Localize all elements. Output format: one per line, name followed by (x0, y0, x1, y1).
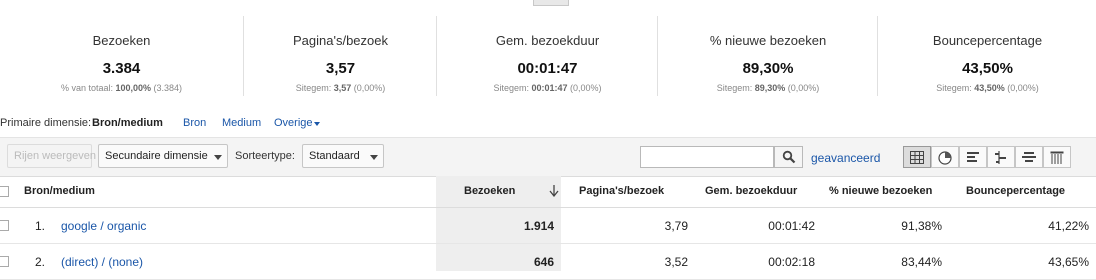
grid-icon (910, 151, 924, 164)
search-icon (782, 150, 796, 164)
scorecard-title: Gem. bezoekduur (495, 33, 600, 48)
table-toolbar: Rijen weergeven Secundaire dimensie Sort… (0, 137, 1096, 177)
chevron-down-icon (314, 122, 320, 126)
row-bounce-rate: 43,65% (1048, 255, 1089, 269)
row-pages-per-visit: 3,52 (664, 255, 688, 269)
column-header-visits[interactable]: Bezoeken (464, 185, 515, 197)
row-source-medium-link[interactable]: google / organic (61, 219, 146, 233)
sort-type-dropdown[interactable]: Standaard (302, 144, 384, 168)
secondary-dimension-dropdown[interactable]: Secundaire dimensie (98, 144, 228, 168)
column-header-bounce-rate[interactable]: Bouncepercentage (966, 185, 1065, 197)
row-index: 1. (35, 219, 46, 233)
select-all-checkbox[interactable] (0, 186, 9, 197)
scorecard-subtext: % van totaal: 100,00% (3.384) (60, 83, 183, 93)
table-search-input[interactable] (640, 146, 774, 168)
dimension-option-bron-medium: Bron/medium (92, 117, 163, 129)
scorecard-title: % nieuwe bezoeken (709, 33, 827, 48)
advanced-filter-link[interactable]: geavanceerd (811, 151, 880, 165)
view-pivot-button[interactable] (1043, 146, 1071, 168)
scorecard-value: 43,50% (962, 60, 1013, 77)
pie-chart-icon (938, 151, 952, 165)
row-checkbox[interactable] (0, 220, 9, 231)
scorecard-new-visits: % nieuwe bezoeken 89,30% Sitegem: 89,30%… (657, 16, 878, 96)
chevron-down-icon (370, 155, 378, 160)
row-index: 2. (35, 255, 46, 269)
columns-icon (1050, 151, 1064, 164)
sort-type-label: Sorteertype: (235, 150, 295, 162)
comparison-icon (995, 151, 1006, 164)
sort-type-value: Standaard (309, 150, 360, 162)
scorecard-strip: Bezoeken 3.384 % van totaal: 100,00% (3.… (0, 8, 1096, 96)
scorecard-value: 3.384 (102, 60, 141, 77)
table-header: Bron/medium Bezoeken Pagina's/bezoek Gem… (0, 176, 1096, 208)
scorecard-value: 3,57 (325, 60, 356, 77)
scorecard-value: 00:01:47 (517, 60, 578, 77)
view-pie-button[interactable] (931, 146, 959, 168)
row-avg-duration: 00:01:42 (768, 219, 815, 233)
row-visits: 1.914 (523, 219, 554, 233)
scorecard-subtext: Sitegem: 3,57 (0,00%) (295, 83, 386, 93)
dimension-option-medium[interactable]: Medium (222, 117, 261, 129)
scorecard-title: Pagina's/bezoek (293, 33, 388, 48)
row-avg-duration: 00:02:18 (768, 255, 815, 269)
show-rows-button[interactable]: Rijen weergeven (7, 144, 96, 168)
secondary-dimension-label: Secundaire dimensie (105, 150, 208, 162)
scorecard-title: Bouncepercentage (932, 33, 1043, 48)
column-header-source-medium[interactable]: Bron/medium (24, 185, 95, 197)
scorecard-subtext: Sitegem: 43,50% (0,00%) (936, 83, 1039, 93)
row-bounce-rate: 41,22% (1048, 219, 1089, 233)
scorecard-subtext: Sitegem: 89,30% (0,00%) (716, 83, 820, 93)
bar-list-icon (967, 152, 979, 162)
sort-descending-icon (549, 185, 559, 197)
view-performance-button[interactable] (959, 146, 987, 168)
row-checkbox[interactable] (0, 256, 9, 267)
chevron-down-icon (214, 155, 222, 160)
view-term-cloud-button[interactable] (1015, 146, 1043, 168)
column-header-new-visits[interactable]: % nieuwe bezoeken (829, 185, 932, 197)
scorecard-avg-duration: Gem. bezoekduur 00:01:47 Sitegem: 00:01:… (436, 16, 658, 96)
collapse-tab[interactable] (533, 0, 569, 6)
scorecard-title: Bezoeken (92, 33, 151, 48)
row-new-visits: 91,38% (901, 219, 942, 233)
table-row: 1. google / organic 1.914 3,79 00:01:42 … (0, 208, 1096, 244)
row-visits: 646 (533, 255, 554, 269)
primary-dimension-label: Primaire dimensie: (0, 117, 92, 129)
search-button[interactable] (774, 146, 803, 168)
table-row: 2. (direct) / (none) 646 3,52 00:02:18 8… (0, 244, 1096, 280)
pivot-icon (1022, 152, 1036, 162)
row-source-medium-link[interactable]: (direct) / (none) (61, 255, 143, 269)
row-new-visits: 83,44% (901, 255, 942, 269)
dimension-option-overige[interactable]: Overige (274, 117, 313, 129)
scorecard-visits: Bezoeken 3.384 % van totaal: 100,00% (3.… (0, 16, 243, 96)
row-pages-per-visit: 3,79 (664, 219, 688, 233)
scorecard-value: 89,30% (742, 60, 794, 77)
scorecard-pages-per-visit: Pagina's/bezoek 3,57 Sitegem: 3,57 (0,00… (243, 16, 437, 96)
scorecard-subtext: Sitegem: 00:01:47 (0,00%) (493, 83, 602, 93)
column-header-pages-per-visit[interactable]: Pagina's/bezoek (579, 185, 664, 197)
dimension-option-bron[interactable]: Bron (183, 117, 206, 129)
column-header-avg-duration[interactable]: Gem. bezoekduur (705, 185, 797, 197)
view-comparison-button[interactable] (987, 146, 1015, 168)
view-table-button[interactable] (903, 146, 931, 168)
scorecard-bounce-rate: Bouncepercentage 43,50% Sitegem: 43,50% … (877, 16, 1096, 96)
